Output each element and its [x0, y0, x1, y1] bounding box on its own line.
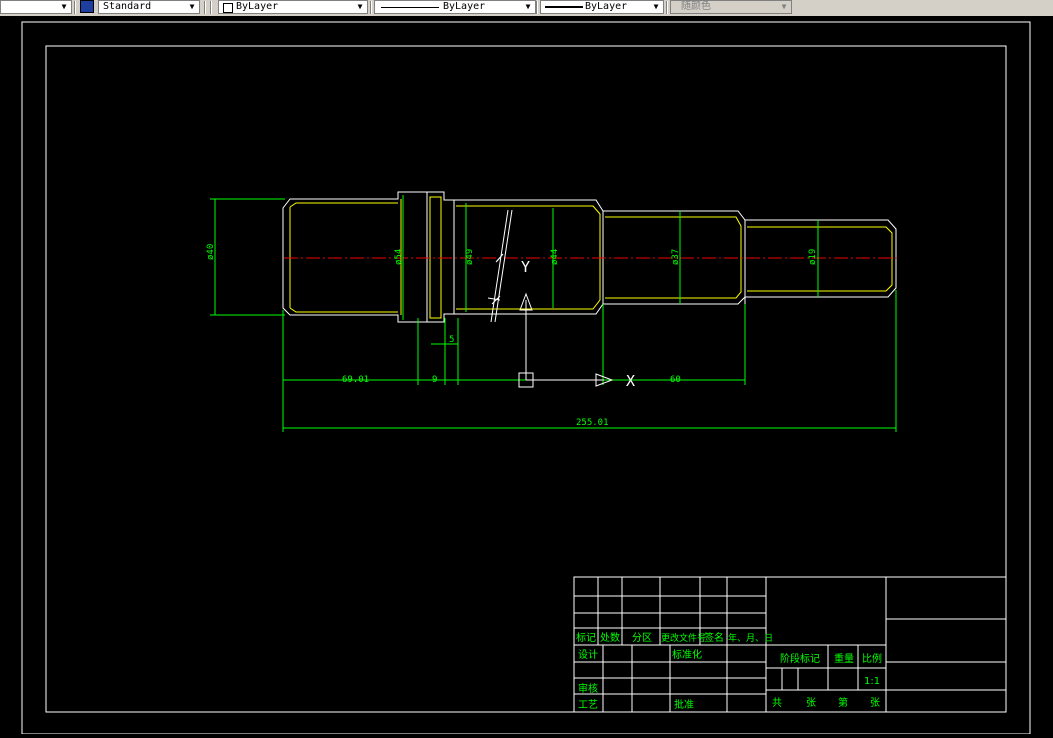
dim-dia-37: ø37: [671, 249, 681, 265]
drawing-canvas[interactable]: ø40 ø54 ø49 ø44 ø37 ø19 5 69.01 9 60 255…: [0, 16, 1053, 735]
toolbar-separator: [210, 1, 212, 14]
plot-style-value: 随颜色: [681, 1, 711, 12]
dim-dia-44: ø44: [550, 249, 560, 265]
tb-mark: 标记: [576, 632, 596, 644]
dim-dia-19: ø19: [808, 249, 818, 265]
tb-process: 工艺: [578, 699, 598, 711]
chevron-down-icon: ▼: [525, 2, 531, 11]
tb-total: 共: [772, 697, 782, 709]
toolbar-separator: [666, 1, 668, 14]
linetype-preview: [381, 7, 439, 8]
shaft-outline: [282, 191, 897, 323]
linetype-value: ByLayer: [443, 1, 486, 12]
title-block-grid: [573, 576, 1007, 713]
lineweight-preview: [545, 6, 583, 8]
toolbar-separator: [370, 1, 372, 14]
toolbar-left-dropdown[interactable]: ▼: [0, 0, 72, 14]
properties-toolbar: ▼ Standard ▼ ByLayer ▼ ByLayer ▼ ByLayer…: [0, 0, 1053, 17]
dim-dia-49: ø49: [465, 249, 475, 265]
ucs-y-label: Y: [521, 258, 530, 276]
tb-approve: 批准: [674, 698, 694, 711]
tb-count: 处数: [600, 631, 620, 644]
tb-standardize: 标准化: [672, 648, 702, 661]
tb-page: 第: [838, 696, 848, 709]
toolbar-separator: [204, 1, 206, 14]
break-symbol: [487, 209, 513, 323]
dim-9: 9: [432, 375, 437, 385]
layer-select[interactable]: ByLayer ▼: [218, 0, 368, 14]
chevron-down-icon: ▼: [357, 2, 363, 11]
linetype-select[interactable]: ByLayer ▼: [374, 0, 536, 14]
chevron-down-icon: ▼: [189, 2, 195, 11]
text-style-icon[interactable]: [80, 0, 94, 13]
dim-dia-54: ø54: [394, 249, 404, 265]
ucs-icon: [518, 292, 614, 388]
chevron-down-icon: ▼: [653, 2, 659, 11]
tb-review: 审核: [578, 682, 598, 695]
lineweight-select[interactable]: ByLayer ▼: [540, 0, 664, 14]
tb-sign: 签名: [704, 631, 724, 644]
text-style-value: Standard: [103, 1, 152, 12]
dim-69: 69.01: [342, 375, 369, 385]
tb-stage-mark: 阶段标记: [780, 652, 820, 665]
tb-change-doc: 更改文件号: [661, 632, 706, 644]
ucs-x-label: X: [626, 372, 635, 390]
text-style-select[interactable]: Standard ▼: [98, 0, 200, 14]
layer-value: ByLayer: [236, 1, 279, 12]
lineweight-value: ByLayer: [585, 1, 628, 12]
tb-sheets: 张: [806, 697, 816, 709]
tb-design: 设计: [578, 648, 598, 661]
dim-5: 5: [449, 335, 454, 345]
tb-zone: 分区: [632, 632, 652, 644]
plot-style-select[interactable]: 随颜色 ▼: [670, 0, 792, 14]
toolbar-separator: [536, 1, 538, 14]
color-swatch-icon: [223, 3, 233, 13]
toolbar-separator: [74, 1, 76, 14]
dim-255: 255.01: [576, 418, 609, 428]
drawing-svg[interactable]: ø40 ø54 ø49 ø44 ø37 ø19 5 69.01 9 60 255…: [0, 16, 1053, 735]
tb-sheet-word: 张: [870, 697, 880, 709]
dimension-text: ø40 ø54 ø49 ø44 ø37 ø19 5 69.01 9 60 255…: [206, 244, 818, 428]
chevron-down-icon: ▼: [61, 2, 67, 11]
tb-scale-label: 比例: [862, 652, 882, 665]
dim-60: 60: [670, 375, 681, 385]
chevron-down-icon: ▼: [781, 2, 787, 11]
tb-scale-value: 1:1: [864, 676, 880, 687]
tb-date: 年、月、日: [728, 632, 773, 644]
tb-weight: 重量: [834, 652, 854, 665]
dim-dia-40: ø40: [206, 244, 216, 260]
